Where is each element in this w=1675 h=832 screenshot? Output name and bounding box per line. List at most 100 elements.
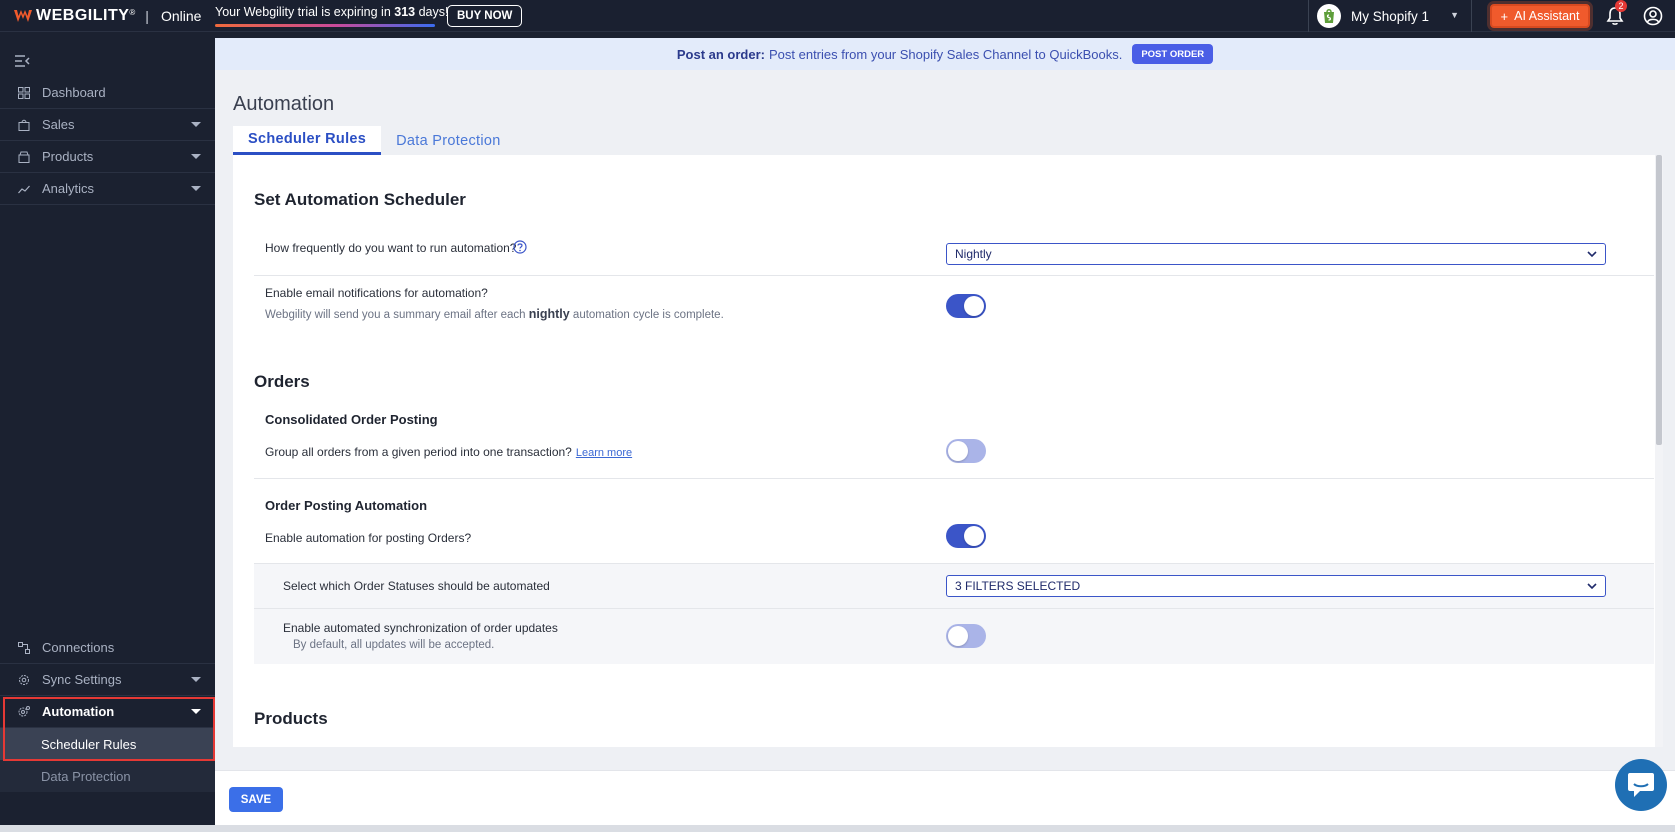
sidebar-item-label: Dashboard bbox=[42, 85, 106, 100]
sidebar: Dashboard Sales Products Analytics Conne… bbox=[0, 32, 215, 825]
sidebar-item-automation[interactable]: Automation bbox=[0, 696, 215, 728]
chart-icon bbox=[18, 185, 30, 193]
post-order-button[interactable]: POST ORDER bbox=[1132, 44, 1214, 64]
bottom-status-strip bbox=[0, 825, 1675, 832]
scrollbar-thumb[interactable] bbox=[1656, 155, 1662, 445]
consolidated-order-label: Group all orders from a given period int… bbox=[265, 445, 632, 459]
order-sync-toggle[interactable] bbox=[946, 624, 986, 648]
sidebar-item-products[interactable]: Products bbox=[0, 141, 215, 173]
buy-now-button[interactable]: BUY NOW bbox=[447, 5, 523, 27]
trial-message: Your Webgility trial is expiring in 313 … bbox=[215, 5, 448, 19]
sidebar-subitem-label: Scheduler Rules bbox=[41, 736, 137, 752]
order-statuses-label: Select which Order Statuses should be au… bbox=[283, 579, 550, 593]
store-name: My Shopify 1 bbox=[1351, 8, 1430, 24]
toggle-knob bbox=[964, 526, 984, 546]
sidebar-subitem-data-protection[interactable]: Data Protection bbox=[0, 760, 215, 792]
connections-icon bbox=[18, 641, 30, 654]
order-posting-label: Enable automation for posting Orders? bbox=[265, 531, 472, 545]
sidebar-item-sales[interactable]: Sales bbox=[0, 109, 215, 141]
section-heading-orders: Orders bbox=[254, 372, 310, 391]
collapse-menu-icon[interactable] bbox=[14, 54, 30, 68]
automation-gear-icon bbox=[18, 705, 30, 716]
footer-bar: SAVE bbox=[215, 770, 1675, 825]
scheduler-panel: Set Automation Scheduler How frequently … bbox=[233, 155, 1663, 747]
caret-down-icon bbox=[191, 709, 201, 714]
toggle-knob bbox=[964, 296, 984, 316]
frequency-select[interactable]: Nightly bbox=[946, 243, 1606, 265]
user-account-icon[interactable] bbox=[1643, 6, 1663, 26]
banner-bold-text: Post an order: bbox=[676, 46, 765, 62]
sidebar-item-label: Sync Settings bbox=[42, 672, 122, 687]
frequency-label: How frequently do you want to run automa… bbox=[265, 241, 517, 255]
store-selector[interactable]: My Shopify 1 ▼ bbox=[1308, 0, 1472, 32]
toggle-knob bbox=[948, 626, 968, 646]
ai-assistant-label: AI Assistant bbox=[1514, 9, 1580, 23]
caret-down-icon bbox=[191, 122, 201, 127]
caret-down-icon bbox=[191, 154, 201, 159]
tab-data-protection[interactable]: Data Protection bbox=[381, 126, 515, 155]
toggle-knob bbox=[948, 441, 968, 461]
box-icon bbox=[18, 151, 30, 163]
ai-assistant-button[interactable]: + AI Assistant bbox=[1490, 4, 1590, 28]
trial-prefix: Your Webgility trial is expiring in bbox=[215, 5, 395, 19]
email-notification-toggle[interactable] bbox=[946, 294, 986, 318]
order-statuses-select-value: 3 FILTERS SELECTED bbox=[955, 579, 1081, 593]
sidebar-item-label: Products bbox=[42, 149, 94, 164]
section-heading-products: Products bbox=[254, 709, 328, 728]
sidebar-item-label: Sales bbox=[42, 117, 75, 132]
post-order-banner: Post an order: Post entries from your Sh… bbox=[215, 38, 1675, 70]
sidebar-subitem-scheduler-rules[interactable]: Scheduler Rules bbox=[0, 728, 215, 760]
chevron-down-icon: ▼ bbox=[1450, 10, 1459, 20]
tab-scheduler-rules[interactable]: Scheduler Rules bbox=[233, 126, 382, 155]
help-icon[interactable] bbox=[513, 240, 527, 254]
page-title: Automation bbox=[233, 93, 335, 115]
sidebar-item-label: Connections bbox=[42, 640, 115, 655]
shopify-icon bbox=[1317, 4, 1341, 28]
order-posting-toggle[interactable] bbox=[946, 524, 986, 548]
chevron-down-icon bbox=[1587, 251, 1597, 258]
banner-text: Post entries from your Shopify Sales Cha… bbox=[768, 46, 1123, 62]
order-statuses-select[interactable]: 3 FILTERS SELECTED bbox=[946, 575, 1606, 597]
notification-badge: 2 bbox=[1615, 0, 1627, 12]
consolidated-order-heading: Consolidated Order Posting bbox=[265, 412, 438, 427]
sidebar-subitem-label: Data Protection bbox=[41, 768, 131, 784]
sidebar-item-dashboard[interactable]: Dashboard bbox=[0, 77, 215, 109]
main-content: Post an order: Post entries from your Sh… bbox=[215, 38, 1675, 825]
order-sync-description: By default, all updates will be accepted… bbox=[293, 639, 495, 651]
caret-down-icon bbox=[191, 186, 201, 191]
webgility-logo[interactable]: WEBGILITY ® | Online bbox=[0, 0, 201, 32]
divider bbox=[254, 275, 1654, 276]
top-bar: WEBGILITY ® | Online Your Webgility tria… bbox=[0, 0, 1675, 32]
consolidated-order-toggle[interactable] bbox=[946, 439, 986, 463]
brand-registered-mark: ® bbox=[129, 8, 136, 17]
webgility-logo-icon bbox=[14, 9, 32, 22]
brand-name: WEBGILITY bbox=[36, 6, 130, 24]
chevron-down-icon bbox=[1587, 583, 1597, 590]
trial-progress-bar bbox=[215, 24, 435, 27]
sidebar-item-label: Automation bbox=[42, 704, 115, 719]
gear-icon bbox=[19, 674, 29, 685]
brand-edition: Online bbox=[160, 7, 202, 24]
sidebar-item-sync-settings[interactable]: Sync Settings bbox=[0, 664, 215, 696]
email-notification-description: Webgility will send you a summary email … bbox=[265, 307, 724, 321]
consolidated-order-text: Group all orders from a given period int… bbox=[265, 445, 572, 459]
learn-more-link[interactable]: Learn more bbox=[576, 447, 632, 459]
email-desc-prefix: Webgility will send you a summary email … bbox=[265, 309, 529, 321]
order-sync-label: Enable automated synchronization of orde… bbox=[283, 621, 558, 635]
save-button[interactable]: SAVE bbox=[229, 787, 283, 812]
sparkle-icon: + bbox=[1500, 8, 1509, 24]
chat-bubble-icon bbox=[1628, 773, 1654, 797]
dashboard-icon bbox=[18, 86, 30, 99]
email-desc-bold: nightly bbox=[528, 307, 570, 321]
sidebar-item-label: Analytics bbox=[42, 181, 95, 196]
trial-days: 313 bbox=[394, 5, 416, 19]
sidebar-item-connections[interactable]: Connections bbox=[0, 632, 215, 664]
sidebar-item-analytics[interactable]: Analytics bbox=[0, 173, 215, 205]
scrollbar-track[interactable] bbox=[1655, 155, 1663, 747]
chat-support-button[interactable] bbox=[1615, 759, 1667, 811]
caret-down-icon bbox=[191, 677, 201, 682]
bag-icon bbox=[18, 119, 30, 131]
tabs: Scheduler Rules Data Protection bbox=[233, 126, 516, 155]
email-notification-label: Enable email notifications for automatio… bbox=[265, 286, 488, 300]
order-posting-heading: Order Posting Automation bbox=[265, 498, 428, 513]
